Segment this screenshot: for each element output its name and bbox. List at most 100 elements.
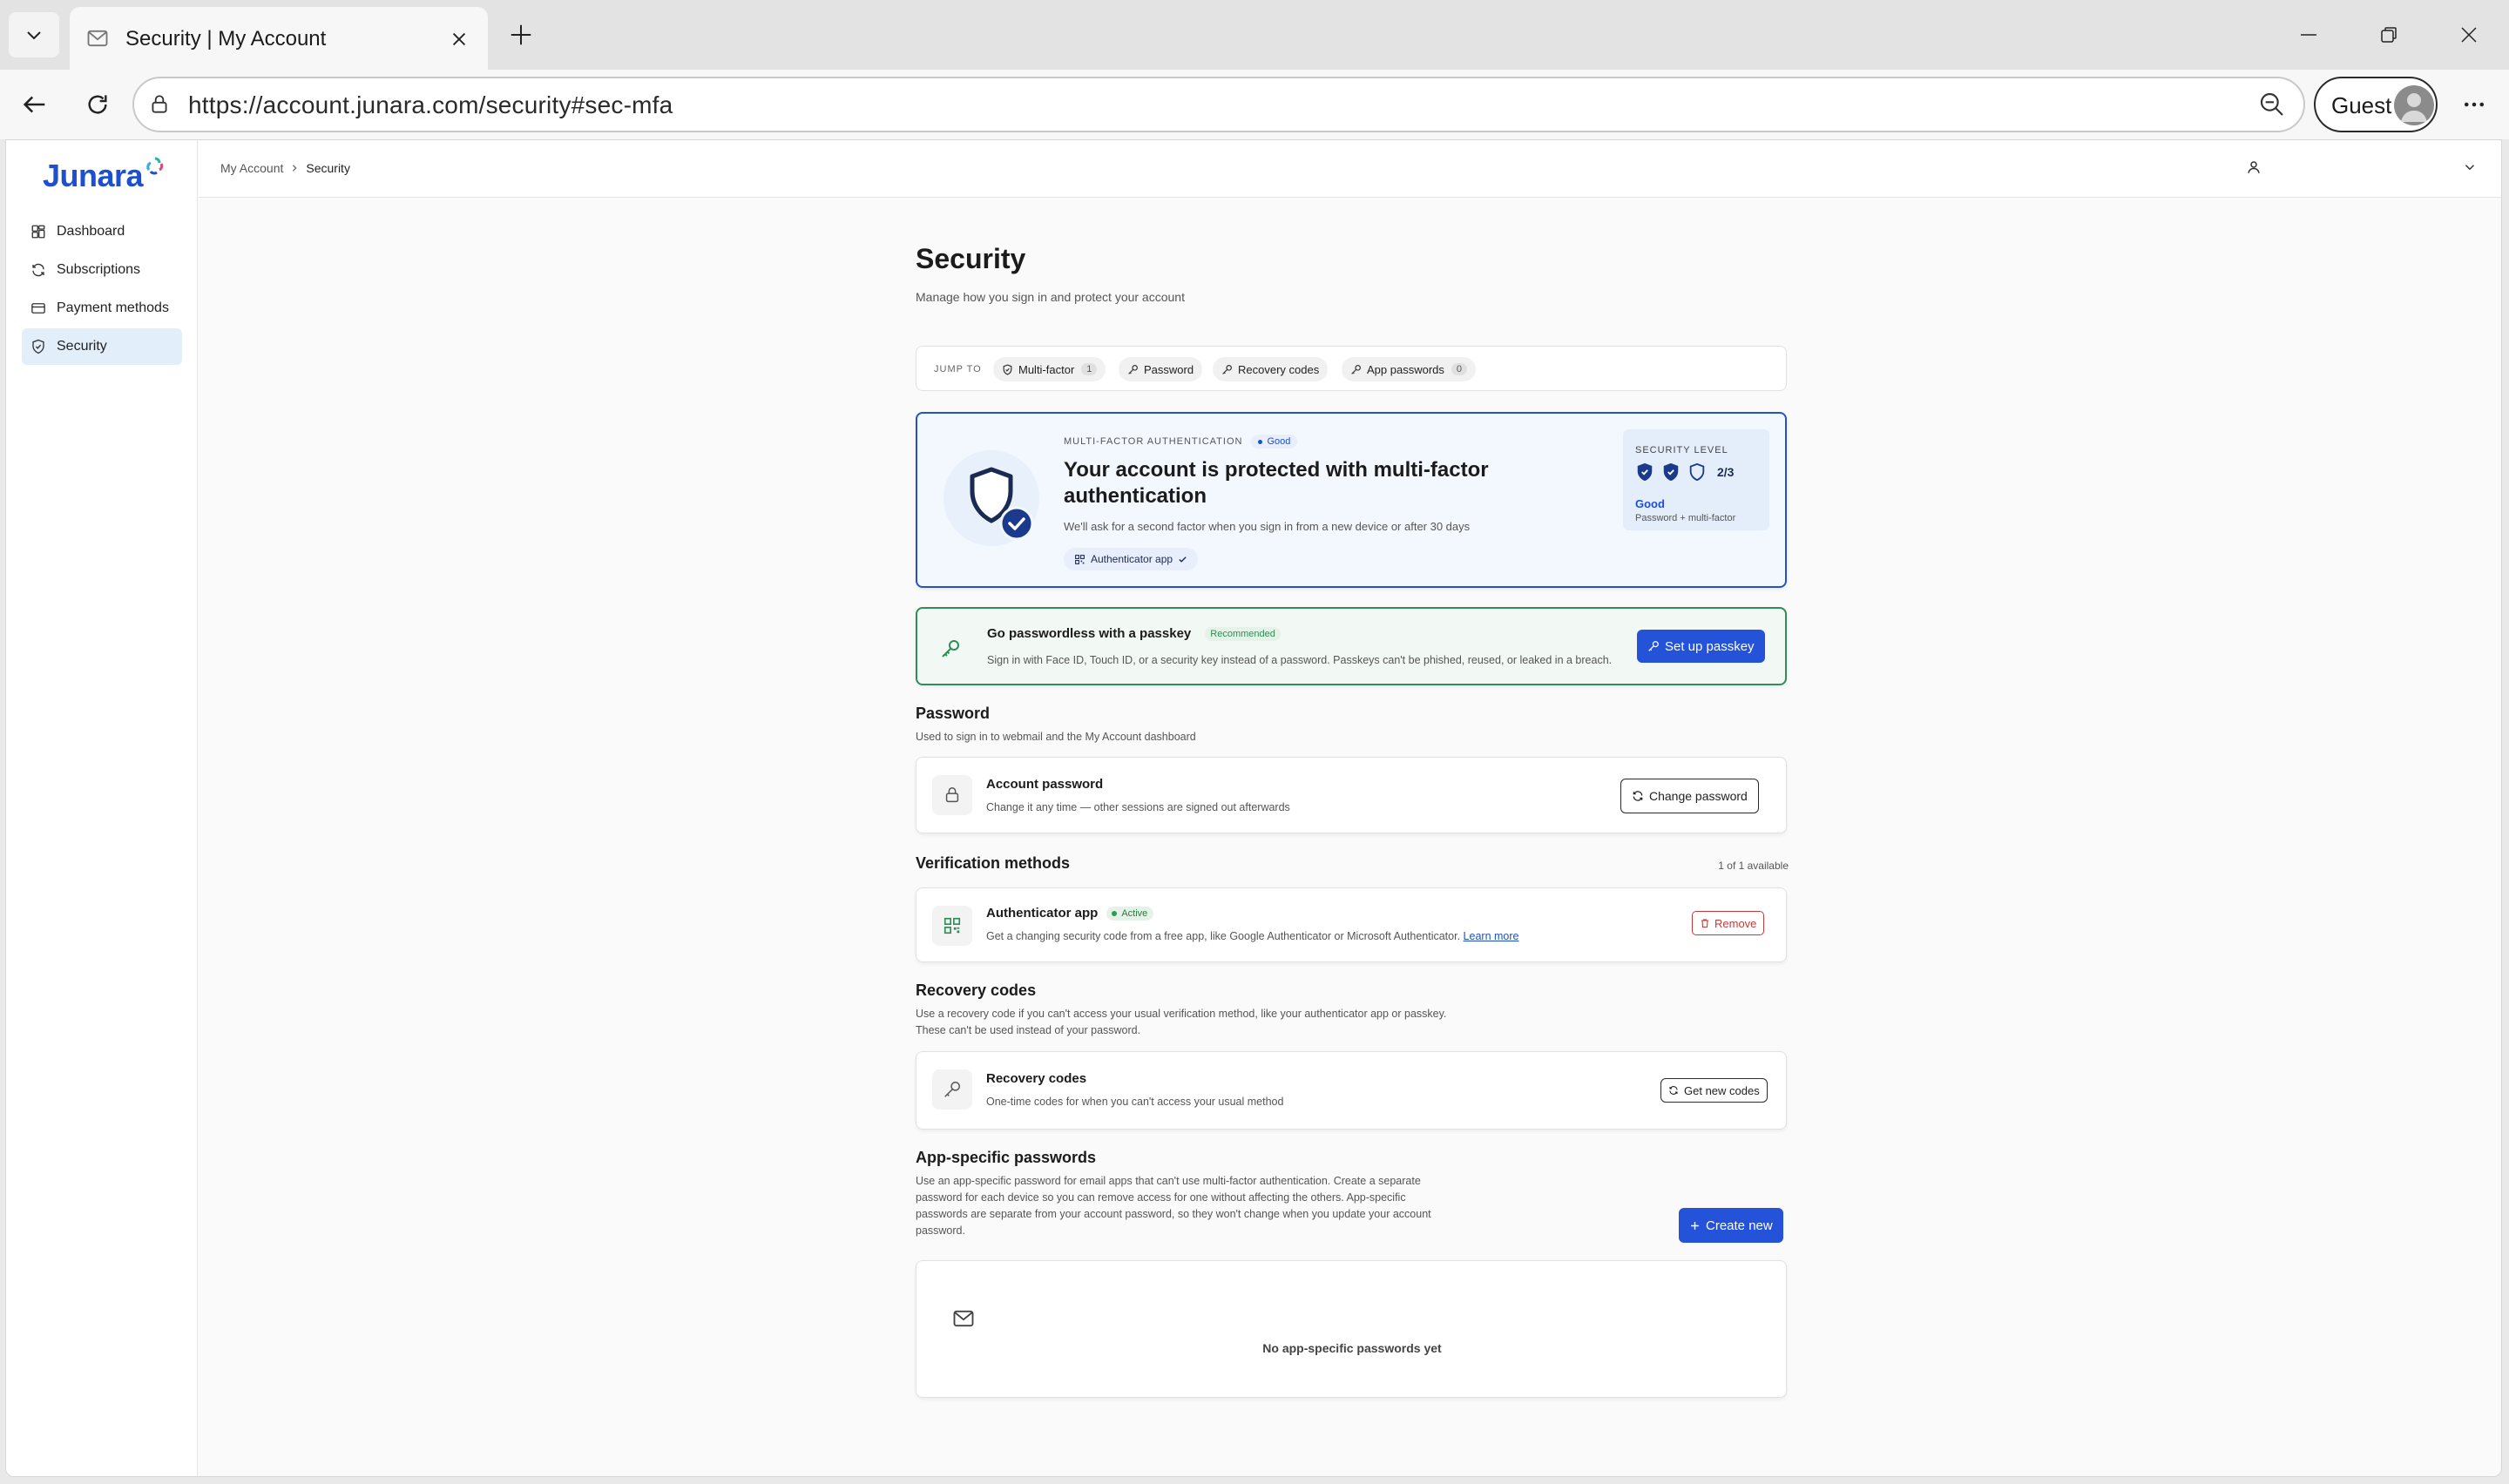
sidebar-item-dashboard[interactable]: Dashboard: [22, 213, 182, 250]
jump-chip-recovery-codes[interactable]: Recovery codes: [1213, 357, 1329, 381]
learn-more-link[interactable]: Learn more: [1464, 930, 1519, 942]
key-icon-tile: [932, 1069, 972, 1110]
browser-tab-strip: Security | My Account: [0, 0, 2509, 70]
tab-list-button[interactable]: [9, 12, 59, 57]
desc-line: password.: [916, 1224, 965, 1237]
avatar: [2394, 85, 2434, 125]
empty-state-text: No app-specific passwords yet: [1262, 1341, 1442, 1355]
restore-icon: [2381, 27, 2397, 43]
passkey-banner: Go passwordless with a passkey Recommend…: [916, 607, 1787, 685]
shield-outline-icon: [1689, 462, 1705, 482]
passkey-title: Go passwordless with a passkey Recommend…: [987, 626, 1281, 641]
security-level-grade: Good: [1635, 497, 1665, 510]
browser-menu-button[interactable]: [2455, 85, 2493, 124]
chip-label: Recovery codes: [1238, 362, 1320, 376]
page-subtitle: Manage how you sign in and protect your …: [916, 290, 1185, 304]
app-passwords-heading: App-specific passwords: [916, 1149, 1097, 1166]
tab-close-button[interactable]: [444, 24, 474, 54]
account-password-title: Account password: [986, 777, 1104, 792]
trash-icon: [1701, 919, 1708, 928]
chip-label: Multi-factor: [1018, 362, 1075, 376]
chip-count: 0: [1451, 363, 1468, 375]
security-level-detail: Password + multi-factor: [1635, 513, 1736, 523]
user-icon[interactable]: [2246, 159, 2262, 175]
key-icon: [944, 1082, 960, 1097]
remove-authenticator-button[interactable]: Remove: [1692, 911, 1765, 935]
refresh-icon: [1633, 791, 1643, 801]
status-badge: Active: [1106, 906, 1154, 921]
method-chip-authenticator[interactable]: Authenticator app: [1064, 548, 1199, 570]
person-icon: [2401, 93, 2427, 122]
row-title-text: Authenticator app: [986, 906, 1099, 921]
recommended-badge: Recommended: [1205, 626, 1281, 641]
authenticator-app-row: Authenticator app Active Get a changing …: [916, 887, 1787, 962]
verification-methods-count: 1 of 1 available: [1718, 860, 1789, 872]
address-bar[interactable]: https://account.junara.com/security#sec-…: [132, 77, 2305, 132]
chevron-down-icon[interactable]: [2462, 159, 2478, 175]
recovery-codes-row: Recovery codes One-time codes for when y…: [916, 1051, 1787, 1130]
mfa-kicker-text: MULTI-FACTOR AUTHENTICATION: [1064, 436, 1243, 447]
lock-icon-tile: [932, 775, 972, 815]
close-window-button[interactable]: [2443, 16, 2495, 54]
key-icon: [1648, 641, 1659, 651]
page-viewport: Junara Dashboard Subscriptions Payment m…: [5, 139, 2502, 1477]
minimize-icon: [2301, 34, 2316, 36]
restore-button[interactable]: [2363, 16, 2415, 54]
key-icon: [942, 640, 959, 658]
shield-check-icon: [32, 339, 44, 354]
mail-icon: [953, 1310, 974, 1327]
sidebar-item-payment-methods[interactable]: Payment methods: [22, 290, 182, 327]
chip-label: App passwords: [1367, 362, 1444, 376]
chevron-down-icon: [27, 31, 41, 40]
authenticator-app-title: Authenticator app Active: [986, 906, 1154, 921]
shield-filled-icon: [1637, 462, 1653, 482]
mfa-headline: Your account is protected with multi-fac…: [1064, 458, 1489, 508]
jump-chip-multi-factor[interactable]: Multi-factor 1: [993, 357, 1106, 381]
logo[interactable]: Junara: [43, 158, 144, 194]
mfa-kicker: MULTI-FACTOR AUTHENTICATION Good: [1064, 435, 1298, 449]
lock-icon: [152, 95, 167, 113]
recovery-codes-heading: Recovery codes: [916, 981, 1037, 999]
key-icon: [1351, 364, 1361, 374]
reload-icon: [88, 95, 107, 114]
new-tab-button[interactable]: [504, 17, 538, 52]
recovery-codes-description-2: These can't be used instead of your pass…: [916, 1024, 1141, 1036]
chip-label: Password: [1144, 362, 1194, 376]
button-label: Change password: [1649, 789, 1748, 803]
shield-check-icon: [970, 467, 1034, 541]
recovery-codes-title: Recovery codes: [986, 1071, 1087, 1086]
plus-icon: [1691, 1221, 1699, 1230]
create-new-app-password-button[interactable]: Create new: [1679, 1208, 1783, 1243]
breadcrumb-link-my-account[interactable]: My Account: [220, 161, 283, 175]
set-up-passkey-button[interactable]: Set up passkey: [1637, 630, 1765, 663]
profile-button[interactable]: Guest: [2314, 77, 2438, 132]
close-icon: [452, 32, 466, 46]
refresh-icon: [1669, 1086, 1678, 1095]
status-badge-text: Good: [1267, 436, 1291, 447]
verification-methods-heading: Verification methods: [916, 854, 1071, 872]
desc-line: password for each device so you can remo…: [916, 1191, 1406, 1204]
qr-icon-tile: [932, 906, 972, 946]
mfa-description: We'll ask for a second factor when you s…: [1064, 520, 1471, 533]
security-level-title: SECURITY LEVEL: [1635, 445, 1728, 455]
mail-icon: [87, 30, 108, 47]
sidebar-item-security[interactable]: Security: [22, 328, 182, 365]
arrow-left-icon: [23, 96, 45, 113]
jump-chip-app-passwords[interactable]: App passwords 0: [1342, 357, 1477, 381]
page-title: Security: [916, 243, 1026, 274]
zoom-out-icon[interactable]: [2258, 91, 2286, 118]
url-text: https://account.junara.com/security#sec-…: [188, 91, 673, 118]
back-button[interactable]: [16, 85, 54, 124]
change-password-button[interactable]: Change password: [1620, 779, 1759, 813]
reload-button[interactable]: [78, 85, 117, 124]
minimize-button[interactable]: [2282, 16, 2335, 54]
get-new-codes-button[interactable]: Get new codes: [1660, 1078, 1768, 1103]
shield-filled-icon: [1663, 462, 1679, 482]
browser-tab-active[interactable]: Security | My Account: [70, 7, 488, 70]
sidebar: Junara Dashboard Subscriptions Payment m…: [6, 140, 198, 1476]
sidebar-item-subscriptions[interactable]: Subscriptions: [22, 252, 182, 288]
shield-check-icon: [1003, 363, 1012, 375]
jump-chip-password[interactable]: Password: [1119, 357, 1203, 381]
status-badge: Good: [1251, 435, 1298, 449]
key-icon: [1222, 364, 1232, 374]
